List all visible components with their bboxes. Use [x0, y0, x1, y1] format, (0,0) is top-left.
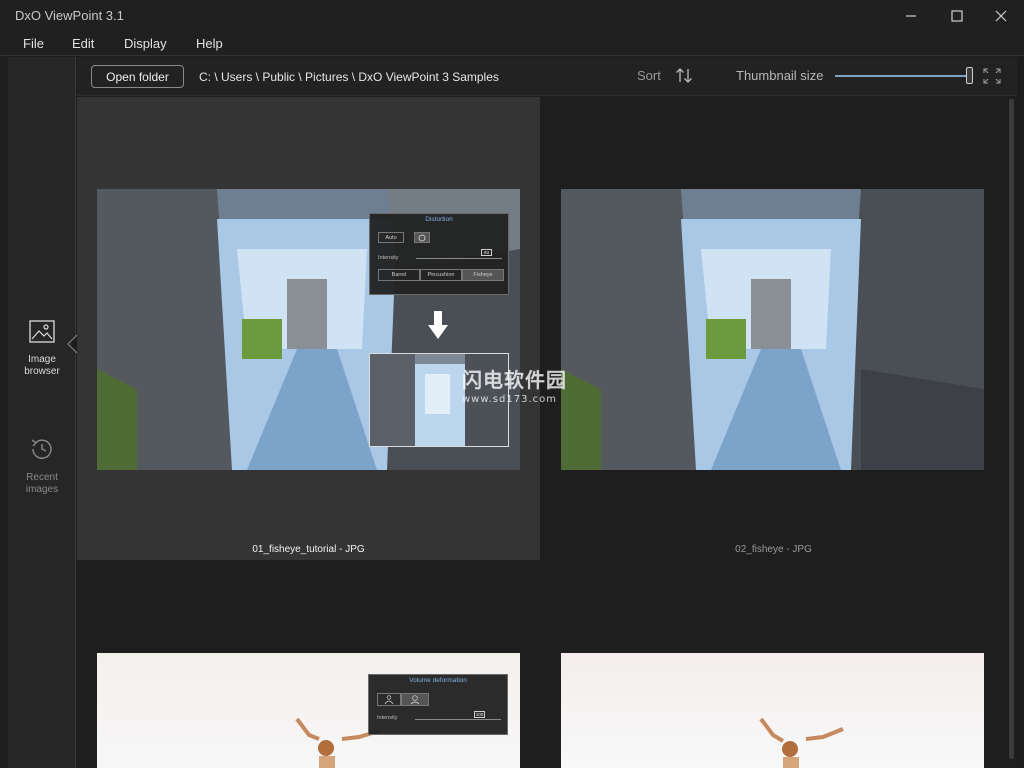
thumbnail-image[interactable] [561, 189, 984, 470]
intensity-slider [415, 719, 501, 720]
face-mode-button [401, 693, 429, 706]
thumbnail-image[interactable] [561, 653, 984, 768]
left-sidebar: Image browser Recent images [8, 57, 77, 768]
distortion-panel: Distortion Auto Intensity 93 Barrel Pinc… [369, 213, 509, 295]
sidebar-item-label: Image browser [24, 354, 60, 377]
thumbnail-cell[interactable]: 02_fisheye - JPG [540, 97, 1007, 560]
intensity-label: Intensity [377, 715, 398, 721]
manual-button [414, 232, 430, 243]
intensity-slider [416, 258, 502, 259]
slider-track [835, 75, 969, 77]
vertical-scrollbar[interactable] [1007, 97, 1017, 768]
menu-file[interactable]: File [23, 36, 44, 51]
watermark-url: www.sd173.com [462, 394, 557, 405]
menu-bar: File Edit Display Help [0, 32, 1024, 56]
maximize-icon [951, 10, 963, 22]
intensity-label: Intensity [378, 255, 399, 261]
panel-title: Distortion [425, 216, 453, 223]
mode-barrel: Barrel [378, 269, 420, 281]
volume-deformation-panel: Volume deformation Intensity 100 [368, 674, 508, 735]
title-bar: DxO ViewPoint 3.1 [0, 0, 1024, 32]
thumbnail-cell[interactable] [540, 560, 1007, 768]
history-icon [31, 439, 52, 459]
close-button[interactable] [978, 0, 1024, 32]
thumbnail-image[interactable]: Distortion Auto Intensity 93 Barrel Pinc… [97, 189, 520, 470]
sidebar-item-recent-images[interactable]: Recent images [8, 435, 76, 496]
toolbar: Open folder C: \ Users \ Public \ Pictur… [77, 57, 1024, 96]
thumbnail-size-label: Thumbnail size [736, 68, 824, 83]
thumbnail-image[interactable]: Volume deformation Intensity 100 [97, 653, 520, 768]
window-edge [1017, 57, 1024, 768]
menu-edit[interactable]: Edit [72, 36, 94, 51]
slider-handle[interactable] [966, 67, 973, 84]
face-icon [410, 695, 420, 704]
intensity-value: 93 [481, 249, 492, 256]
thumbnail-caption: 02_fisheye - JPG [735, 544, 812, 555]
maximize-button[interactable] [934, 0, 980, 32]
sidebar-item-label: Recent images [25, 472, 59, 495]
person-mode-button [377, 693, 401, 706]
intensity-value: 100 [474, 711, 485, 718]
app-window: DxO ViewPoint 3.1 File Edit Display Help… [0, 0, 1024, 768]
auto-button: Auto [378, 232, 404, 243]
fisheye-photo [561, 189, 984, 470]
mode-pincushion: Pincushion [420, 269, 462, 281]
person-icon [384, 695, 394, 704]
menu-display[interactable]: Display [124, 36, 167, 51]
mode-fisheye: Fisheye [462, 269, 504, 281]
active-pointer-icon [67, 334, 77, 354]
menu-help[interactable]: Help [196, 36, 223, 51]
close-icon [995, 10, 1007, 22]
thumbnail-caption: 01_fisheye_tutorial - JPG [252, 544, 365, 555]
thumbnail-cell[interactable]: Distortion Auto Intensity 93 Barrel Pinc… [77, 97, 540, 560]
image-icon [29, 320, 55, 343]
sort-label[interactable]: Sort [637, 68, 661, 83]
arrow-down-icon [428, 311, 448, 339]
watermark: 闪电软件园 www.sd173.com [462, 364, 567, 405]
folder-path: C: \ Users \ Public \ Pictures \ DxO Vie… [199, 70, 499, 84]
image-grid: Distortion Auto Intensity 93 Barrel Pinc… [77, 97, 1007, 768]
minimize-button[interactable] [888, 0, 934, 32]
sort-icon[interactable] [675, 67, 693, 85]
thumbnail-cell[interactable]: Volume deformation Intensity 100 [77, 560, 540, 768]
panel-title: Volume deformation [409, 677, 467, 684]
sidebar-item-image-browser[interactable]: Image browser [8, 319, 76, 378]
open-folder-button[interactable]: Open folder [91, 65, 184, 88]
portrait-photo [561, 653, 984, 768]
window-title: DxO ViewPoint 3.1 [15, 8, 124, 23]
watermark-title: 闪电软件园 [462, 368, 567, 392]
thumbnail-size-slider[interactable] [835, 67, 975, 85]
fullscreen-icon[interactable] [983, 68, 1001, 84]
distortion-icon [418, 234, 426, 241]
scrollbar-thumb[interactable] [1009, 99, 1014, 759]
minimize-icon [906, 15, 916, 17]
